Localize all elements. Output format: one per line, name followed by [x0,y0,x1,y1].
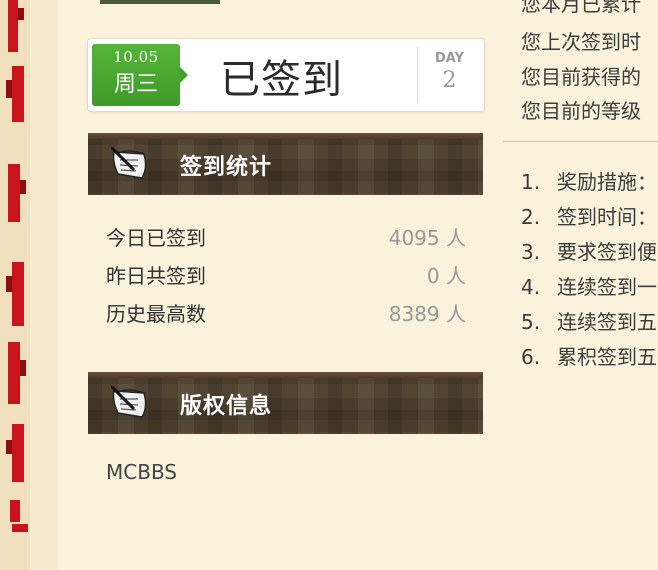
stat-label: 历史最高数 [106,302,206,326]
scroll-quill-icon [110,146,147,179]
copyright-section-title: 版权信息 [180,394,273,419]
rule-item: 5. 连续签到五 [521,310,657,334]
rule-item: 4. 连续签到一 [521,275,657,299]
checkin-status: 已签到 [220,57,343,103]
stats-section-header: 签到统计 [88,133,483,195]
info-line: 您目前获得的 [521,65,641,89]
checkin-weekday: 周三 [113,72,158,97]
stat-value: 8389 人 [388,302,466,326]
stats-list: 今日已签到 4095 人 昨日共签到 0 人 历史最高数 8389 人 [106,220,466,334]
scroll-quill-icon [110,385,147,418]
rules-list: 1. 奖励措施： 2. 签到时间： 3. 要求签到便 4. 连续签到一 5. 连续签到五 … [521,166,658,376]
stat-row: 历史最高数 8389 人 [106,296,466,334]
info-line: 您目前的等级 [521,99,641,123]
copyright-text: MCBBS [106,460,178,484]
day-count: 2 [442,68,457,93]
date-badge: 10.05 周三 [92,44,188,106]
checkin-date: 10.05 [113,48,159,66]
rule-item: 6. 累积签到五 [521,345,657,369]
stat-row: 今日已签到 4095 人 [106,220,466,258]
stats-section-title: 签到统计 [180,155,273,180]
info-line: 您上次签到时 [521,30,641,54]
rule-item: 2. 签到时间： [521,205,657,229]
stat-value: 0 人 [426,264,466,288]
rule-item: 3. 要求签到便 [521,240,657,264]
checkin-info: 您本月已累计 您上次签到时 您目前获得的 您目前的等级 [521,0,658,130]
stat-row: 昨日共签到 0 人 [106,258,466,296]
stat-label: 今日已签到 [106,226,206,250]
stat-value: 4095 人 [388,226,466,250]
stat-label: 昨日共签到 [106,264,206,288]
copyright-section-header: 版权信息 [88,372,483,434]
divider [503,141,658,142]
day-counter: DAY 2 [417,47,481,103]
image-fragment [100,0,220,4]
decorative-border [0,0,58,570]
day-label: DAY [434,51,465,66]
checkin-card: 10.05 周三 已签到 DAY 2 [87,38,485,112]
info-line: 您本月已累计 [521,0,641,16]
rule-item: 1. 奖励措施： [521,170,657,194]
